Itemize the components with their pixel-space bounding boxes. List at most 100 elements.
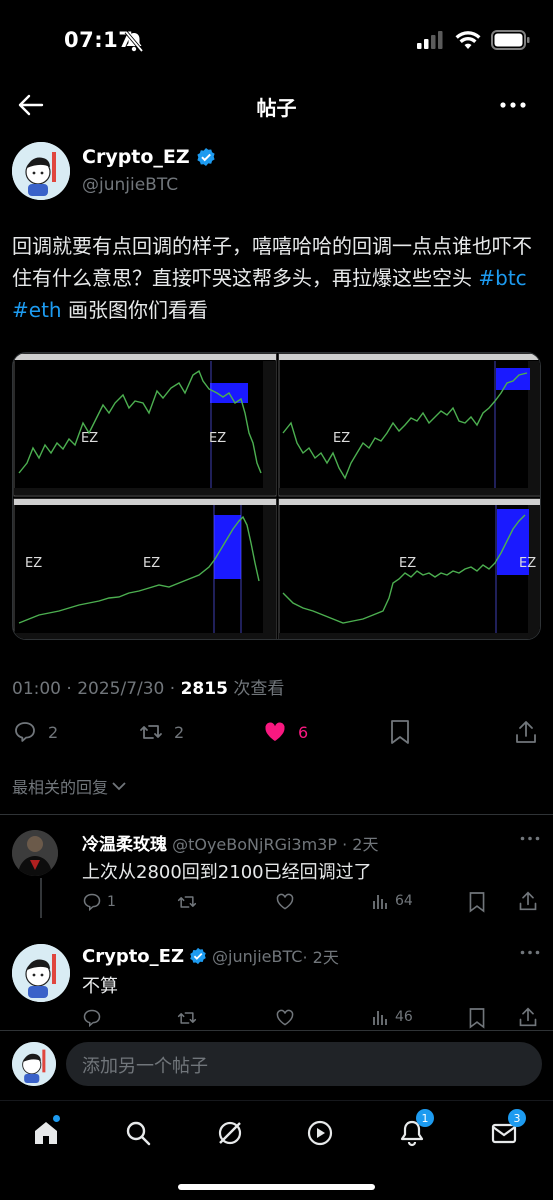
share-button[interactable] <box>514 719 538 745</box>
messages-badge: 3 <box>508 1109 526 1127</box>
tab-home[interactable] <box>26 1113 66 1153</box>
avatar <box>12 1042 56 1086</box>
watermark-ez-4: EZ <box>25 556 43 571</box>
bookmark-button[interactable] <box>468 891 486 913</box>
watermark-ez-1: EZ <box>81 431 99 446</box>
battery-icon <box>491 30 531 50</box>
watermark-ez-5: EZ <box>143 556 161 571</box>
chevron-down-icon <box>112 782 126 791</box>
wifi-icon <box>455 30 481 50</box>
heart-icon <box>276 893 294 910</box>
post-image[interactable]: EZ EZ EZ EZ EZ EZ EZ <box>12 352 541 640</box>
reply-author-name[interactable]: 冷温柔玫瑰 <box>82 835 167 855</box>
reply-author-handle[interactable]: @junjieBTC <box>212 947 302 966</box>
post-text: 回调就要有点回调的样子，嘻嘻哈哈的回调一点点谁也吓不住有什么意思？直接吓哭这帮多… <box>12 230 542 326</box>
reply-button[interactable]: 1 <box>82 892 116 912</box>
chart-panel-2 <box>278 353 540 497</box>
reply-sort-label: 最相关的回复 <box>12 778 109 797</box>
reply-item[interactable]: Crypto_EZ @junjieBTC · 2天 不算 46 <box>0 934 553 1034</box>
reply-age: · 2天 <box>337 835 379 854</box>
views-button[interactable]: 46 <box>372 1008 413 1026</box>
repost-icon <box>177 896 197 908</box>
bookmark-button[interactable] <box>389 719 411 745</box>
thread-line <box>40 878 42 918</box>
bookmark-icon <box>469 892 485 913</box>
reply-author-name[interactable]: Crypto_EZ <box>82 946 184 967</box>
tab-video[interactable] <box>300 1113 340 1153</box>
share-icon <box>519 891 537 911</box>
view-count: 2815 <box>180 679 228 699</box>
like-button[interactable] <box>274 1008 296 1028</box>
tab-search[interactable] <box>118 1113 158 1153</box>
reply-author-handle[interactable]: @tOyeBoNjRGi3m3P <box>172 835 337 854</box>
chart-grid-image <box>13 353 540 639</box>
heart-filled-icon <box>265 722 285 741</box>
chart-panel-1 <box>13 353 277 497</box>
reply-text: 上次从2800回到2100已经回调过了 <box>82 862 372 883</box>
watermark-ez-2: EZ <box>209 431 227 446</box>
views-button[interactable]: 64 <box>372 892 413 910</box>
reply-button[interactable]: 2 <box>12 720 58 744</box>
avatar[interactable] <box>12 944 70 1002</box>
status-time: 07:17 <box>64 28 134 52</box>
hashtag-eth[interactable]: #eth <box>12 298 62 322</box>
bookmark-icon <box>391 720 409 744</box>
repost-button[interactable]: 2 <box>138 720 184 744</box>
tab-notifications[interactable]: 1 <box>392 1109 434 1153</box>
avatar[interactable] <box>12 142 70 200</box>
silent-mode-icon <box>124 31 144 53</box>
view-count-label: 次查看 <box>227 679 285 699</box>
home-icon <box>35 1122 57 1144</box>
grok-icon <box>218 1121 242 1145</box>
author-name: Crypto_EZ <box>82 146 190 168</box>
share-button[interactable] <box>518 1006 538 1028</box>
reply-count: 2 <box>48 722 59 742</box>
repost-button[interactable] <box>176 1008 198 1028</box>
like-button[interactable]: 6 <box>262 720 308 744</box>
post-time: 01:00 · 2025/7/30 · <box>12 679 181 699</box>
more-options-icon[interactable] <box>520 950 540 955</box>
repost-button[interactable] <box>176 892 198 912</box>
bookmark-icon <box>469 1008 485 1029</box>
share-icon <box>516 721 536 743</box>
search-icon <box>126 1121 151 1146</box>
reply-composer-input[interactable]: 添加另一个帖子 <box>66 1042 542 1086</box>
post-text-body: 回调就要有点回调的样子，嘻嘻哈哈的回调一点点谁也吓不住有什么意思？直接吓哭这帮多… <box>12 234 532 290</box>
hashtag-btc[interactable]: #btc <box>478 266 526 290</box>
reply-icon <box>83 893 101 912</box>
reply-header: 冷温柔玫瑰 @tOyeBoNjRGi3m3P · 2天 <box>82 830 378 855</box>
divider <box>0 1030 553 1031</box>
author-handle: @junjieBTC <box>82 175 179 195</box>
avatar[interactable] <box>12 830 58 876</box>
home-indicator <box>178 1184 375 1190</box>
reply-icon <box>83 1009 101 1028</box>
reply-sort-dropdown[interactable]: 最相关的回复 <box>12 774 126 798</box>
like-button[interactable] <box>274 892 296 912</box>
post-author[interactable]: Crypto_EZ <box>82 146 216 168</box>
signal-icon <box>417 31 445 49</box>
views-icon <box>373 1011 387 1025</box>
watermark-ez-6: EZ <box>399 556 417 571</box>
watermark-ez-3: EZ <box>333 431 351 446</box>
view-count: 64 <box>395 893 413 909</box>
notifications-badge: 1 <box>416 1109 434 1127</box>
status-icons <box>417 30 531 50</box>
bookmark-button[interactable] <box>468 1007 486 1029</box>
reply-button[interactable] <box>82 1008 102 1028</box>
play-icon <box>307 1120 333 1146</box>
tab-grok[interactable] <box>210 1113 250 1153</box>
reply-header: Crypto_EZ @junjieBTC · 2天 <box>82 944 339 968</box>
unread-dot <box>53 1115 60 1122</box>
post-text-tail: 画张图你们看看 <box>61 298 208 322</box>
more-options-icon[interactable] <box>500 102 526 108</box>
reply-item[interactable]: 冷温柔玫瑰 @tOyeBoNjRGi3m3P · 2天 上次从2800回到210… <box>0 820 553 940</box>
like-count: 6 <box>298 722 309 742</box>
post-meta: 01:00 · 2025/7/30 · 2815 次查看 <box>12 674 284 699</box>
share-button[interactable] <box>518 890 538 912</box>
views-icon <box>373 895 387 909</box>
watermark-ez-7: EZ <box>519 556 537 571</box>
divider <box>0 814 553 815</box>
repost-count: 2 <box>174 722 185 742</box>
tab-messages[interactable]: 3 <box>484 1109 526 1153</box>
more-options-icon[interactable] <box>520 836 540 841</box>
